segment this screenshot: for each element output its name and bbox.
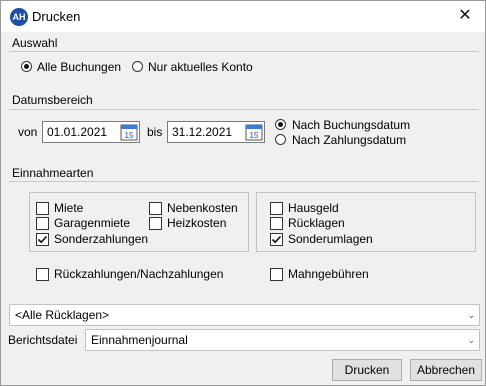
miete-label[interactable]: Miete	[54, 201, 83, 215]
divider	[9, 109, 479, 110]
hausgeld-label[interactable]: Hausgeld	[288, 201, 339, 215]
chevron-down-icon: ⌄	[467, 310, 475, 320]
title-bar: AH Drucken ✕	[1, 1, 485, 32]
miete-checkbox[interactable]	[36, 202, 49, 215]
alle-buchungen-label[interactable]: Alle Buchungen	[37, 60, 121, 74]
chevron-down-icon: ⌄	[467, 335, 475, 345]
heizkosten-checkbox[interactable]	[149, 217, 162, 230]
nach-zahlungsdatum-label[interactable]: Nach Zahlungsdatum	[292, 133, 406, 147]
calendar-icon[interactable]: 15	[120, 123, 138, 141]
ruecklagen-dropdown-value: <Alle Rücklagen>	[15, 308, 110, 322]
close-button[interactable]: ✕	[451, 3, 479, 29]
datumsbereich-heading: Datumsbereich	[12, 93, 93, 107]
nur-aktuelles-konto-label[interactable]: Nur aktuelles Konto	[148, 60, 253, 74]
drucken-button[interactable]: Drucken	[332, 359, 402, 381]
abbrechen-button[interactable]: Abbrechen	[410, 359, 482, 381]
ruecklagen-label[interactable]: Rücklagen	[288, 216, 345, 230]
garagenmiete-label[interactable]: Garagenmiete	[54, 216, 130, 230]
window-title: Drucken	[32, 9, 81, 24]
drucken-button-label: Drucken	[344, 363, 390, 377]
divider	[9, 181, 479, 182]
garagenmiete-checkbox[interactable]	[36, 217, 49, 230]
nebenkosten-checkbox[interactable]	[149, 202, 162, 215]
sonderumlagen-checkbox[interactable]	[270, 233, 283, 246]
sonderumlagen-label[interactable]: Sonderumlagen	[288, 232, 373, 246]
berichtsdatei-label: Berichtsdatei	[8, 333, 78, 347]
auswahl-heading: Auswahl	[12, 36, 58, 50]
sonderzahlungen-checkbox[interactable]	[36, 233, 49, 246]
calendar-day: 15	[250, 131, 259, 140]
rueckzahlungen-checkbox[interactable]	[36, 268, 49, 281]
heizkosten-label[interactable]: Heizkosten	[167, 216, 226, 230]
von-label: von	[18, 125, 38, 139]
nach-zahlungsdatum-radio[interactable]	[275, 134, 286, 145]
mahngebuehren-checkbox[interactable]	[270, 268, 283, 281]
to-date-value: 31.12.2021	[172, 125, 233, 139]
ruecklagen-checkbox[interactable]	[270, 217, 283, 230]
close-icon: ✕	[458, 7, 472, 24]
calendar-day: 15	[125, 131, 134, 140]
nach-buchungsdatum-label[interactable]: Nach Buchungsdatum	[292, 118, 410, 132]
from-date-value: 01.01.2021	[47, 125, 108, 139]
berichtsdatei-dropdown[interactable]: Einnahmenjournal ⌄	[85, 329, 480, 351]
hausgeld-checkbox[interactable]	[270, 202, 283, 215]
print-dialog: AH Drucken ✕ Auswahl Alle Buchungen Nur …	[0, 0, 486, 386]
divider	[9, 51, 479, 52]
calendar-icon[interactable]: 15	[245, 123, 263, 141]
mahngebuehren-label[interactable]: Mahngebühren	[288, 267, 369, 281]
rueckzahlungen-label[interactable]: Rückzahlungen/Nachzahlungen	[54, 267, 223, 281]
ruecklagen-dropdown[interactable]: <Alle Rücklagen> ⌄	[9, 304, 480, 326]
checkmark-icon	[37, 235, 48, 244]
nebenkosten-label[interactable]: Nebenkosten	[167, 201, 238, 215]
bis-label: bis	[147, 125, 163, 139]
sonderzahlungen-label[interactable]: Sonderzahlungen	[54, 232, 148, 246]
nach-buchungsdatum-radio[interactable]	[275, 119, 286, 130]
app-logo-icon: AH	[10, 8, 28, 26]
einnahmearten-heading: Einnahmearten	[12, 166, 94, 180]
alle-buchungen-radio[interactable]	[21, 61, 32, 72]
nur-aktuelles-konto-radio[interactable]	[132, 61, 143, 72]
berichtsdatei-dropdown-value: Einnahmenjournal	[91, 333, 188, 347]
abbrechen-button-label: Abbrechen	[416, 363, 476, 377]
checkmark-icon	[271, 235, 282, 244]
